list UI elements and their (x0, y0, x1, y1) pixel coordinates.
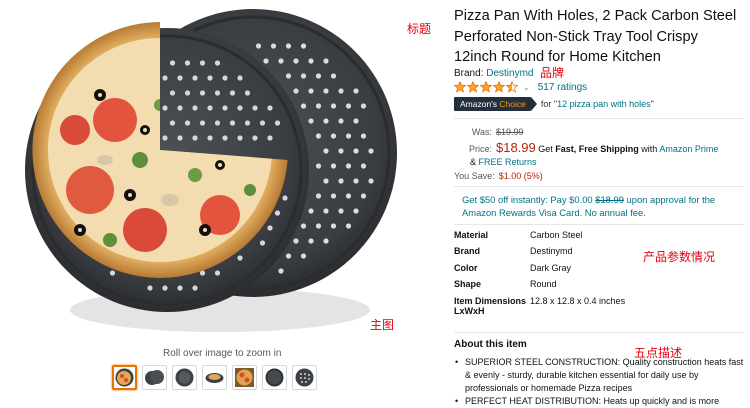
choice-badge-prefix: Amazon's (460, 99, 500, 109)
shipping-text: Get (535, 144, 556, 154)
zoom-hint: Roll over image to zoom in (163, 348, 282, 359)
shipping-with: with (638, 144, 660, 154)
save-label: You Save: (454, 171, 495, 181)
brand-line: Brand: Destinymd (454, 68, 534, 79)
amazons-choice-badge: Amazon's Choice (454, 97, 537, 111)
brand-label: Brand: (454, 68, 487, 79)
brand-link[interactable]: Destinymd (486, 68, 533, 79)
spec-key: Color (454, 262, 478, 273)
star-icon (480, 81, 492, 93)
returns-prefix: & (470, 157, 479, 167)
ratings-count-link[interactable]: 517 ratings (538, 82, 587, 93)
price-label: Price: (468, 144, 492, 154)
annotation-title: 标题 (407, 22, 432, 36)
rating-row: ⌄ 517 ratings (454, 81, 587, 93)
spec-value: Dark Gray (530, 262, 572, 273)
divider (454, 224, 744, 225)
choice-for-text: for "12 pizza pan with holes" (541, 99, 654, 109)
spec-value: Round (530, 279, 557, 290)
thumbnail-pan-top[interactable] (262, 365, 287, 390)
pizza-slices-icon (235, 368, 254, 387)
pan-top-icon (265, 368, 284, 387)
stacked-pans-icon (175, 368, 194, 387)
pans-thumb-icon (145, 370, 164, 385)
choice-badge-word: Choice (499, 99, 526, 109)
feature-bullets: SUPERIOR STEEL CONSTRUCTION: Quality con… (454, 356, 744, 408)
feature-bullet: PERFECT HEAT DISTRIBUTION: Heats up quic… (454, 395, 744, 408)
was-label: Was: (471, 127, 492, 137)
you-save-row: You Save: $1.00 (5%) (454, 171, 543, 181)
current-price: $18.99 (496, 140, 536, 155)
divider (454, 186, 744, 187)
star-icon (506, 81, 518, 93)
spec-row-color: Color Dark Gray (454, 263, 744, 279)
divider (454, 332, 744, 333)
returns-row: & FREE Returns (470, 157, 537, 167)
choice-query-link[interactable]: 12 pizza pan with holes (557, 99, 651, 109)
pizza-pans-illustration (25, 9, 397, 332)
spec-row-material: Material Carbon Steel (454, 230, 744, 246)
feature-bullet: SUPERIOR STEEL CONSTRUCTION: Quality con… (454, 356, 744, 395)
thumbnail-pan-side[interactable] (202, 365, 227, 390)
thumbnail-pizza-on-pan[interactable] (112, 365, 137, 390)
choice-for-suffix: " (650, 99, 654, 109)
star-icon (454, 81, 466, 93)
spec-row-brand: Brand Destinymd (454, 246, 744, 262)
product-specs-table: Material Carbon Steel Brand Destinymd Colo… (454, 230, 744, 322)
thumbnail-strip (112, 365, 317, 390)
perforated-pan-icon (295, 368, 314, 387)
star-rating[interactable] (454, 81, 519, 93)
spec-key: Shape (454, 279, 482, 290)
thumbnail-pizza-slices[interactable] (232, 365, 257, 390)
spec-row-dimensions: Item Dimensions LxWxH 12.8 x 12.8 x 0.4 i… (454, 296, 744, 322)
star-icon (467, 81, 479, 93)
offer-strike-price: $18.99 (595, 194, 624, 205)
spec-row-shape: Shape Round (454, 279, 744, 295)
price-row: Price: $18.99 Get Fast, Free Shipping wit… (454, 140, 718, 155)
free-returns-link[interactable]: FREE Returns (479, 157, 537, 167)
product-title: Pizza Pan With Holes, 2 Pack Carbon Stee… (454, 8, 737, 65)
offer-text-1: Get $50 off instantly: Pay $0.00 (462, 194, 596, 205)
save-amount: $1.00 (5%) (498, 171, 543, 181)
spec-value: Carbon Steel (530, 230, 583, 240)
about-this-item-heading: About this item (454, 339, 527, 350)
main-product-image[interactable] (20, 0, 420, 345)
was-price: $19.99 (496, 127, 524, 137)
pizza-thumb-icon (115, 368, 134, 387)
was-price-row: Was: $19.99 (454, 127, 524, 137)
spec-key: Item Dimensions LxWxH (454, 295, 527, 316)
spec-key: Brand (454, 246, 481, 257)
shipping-bold: Fast, Free Shipping (555, 144, 639, 154)
prime-link[interactable]: Amazon Prime (659, 144, 718, 154)
divider (454, 118, 744, 119)
pan-side-icon (205, 373, 224, 383)
chevron-down-icon[interactable]: ⌄ (523, 83, 530, 92)
thumbnail-pan-perforated[interactable] (292, 365, 317, 390)
spec-value: 12.8 x 12.8 x 0.4 inches (530, 295, 626, 306)
spec-key: Material (454, 230, 489, 240)
thumbnail-two-pans[interactable] (142, 365, 167, 390)
spec-value: Destinymd (530, 246, 573, 257)
thumbnail-pans-stacked[interactable] (172, 365, 197, 390)
choice-for-prefix: for " (540, 99, 558, 109)
annotation-main-image: 主图 (370, 318, 395, 332)
amazons-choice-row: Amazon's Choice for "12 pizza pan with h… (454, 97, 654, 111)
rewards-card-offer[interactable]: Get $50 off instantly: Pay $0.00 $18.99 … (462, 193, 744, 219)
star-icon (493, 81, 505, 93)
